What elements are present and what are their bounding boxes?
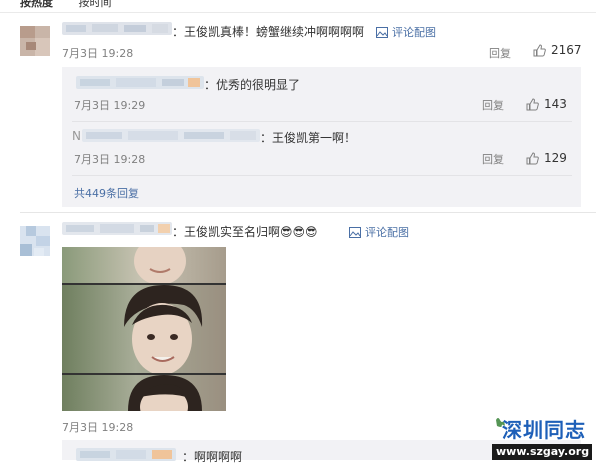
reply-time: 7月3日 19:28 xyxy=(74,153,146,166)
comment-image[interactable] xyxy=(62,247,226,411)
watermark-title: 深圳同志 xyxy=(502,418,586,442)
more-replies-link[interactable]: 共449条回复 xyxy=(74,185,139,201)
reply-text: ：啊啊啊啊 xyxy=(182,450,243,464)
comment-image-link[interactable]: 评论配图 xyxy=(376,24,436,40)
sunglasses-emoji: 😎😎😎 xyxy=(280,225,318,239)
watermark-logo: 深圳同志 www.szgay.org xyxy=(492,414,592,460)
like-count: 129 xyxy=(544,151,567,165)
sort-tabs: 按热度 按时间 xyxy=(20,0,134,12)
reply-text: ：王俊凯第一啊！ xyxy=(260,131,357,145)
comment-text-row: ：王俊凯实至名归啊😎😎😎 xyxy=(172,223,318,240)
comment-image-link-label: 评论配图 xyxy=(365,226,409,239)
image-icon xyxy=(349,226,361,238)
reply-button[interactable]: 回复 xyxy=(482,151,504,167)
reply-username-initial[interactable]: N xyxy=(72,129,81,143)
comment-time: 7月3日 19:28 xyxy=(62,47,134,60)
image-icon xyxy=(376,26,388,38)
reply-button[interactable]: 回复 xyxy=(482,97,504,113)
reply-separator xyxy=(72,175,572,176)
comment-text: ：王俊凯实至名归啊 xyxy=(172,225,281,239)
like-count: 2167 xyxy=(551,43,582,57)
like-button[interactable]: 143 xyxy=(526,97,567,111)
like-button[interactable]: 129 xyxy=(526,151,567,165)
comment-image-link-label: 评论配图 xyxy=(392,26,436,39)
comment-time: 7月3日 19:28 xyxy=(62,421,134,434)
thumbs-up-icon xyxy=(526,97,539,110)
watermark-url: www.szgay.org xyxy=(496,445,590,458)
tab-by-hot[interactable]: 按热度 xyxy=(20,0,53,9)
like-button[interactable]: 2167 xyxy=(533,43,582,57)
thumbs-up-icon xyxy=(526,151,539,164)
reply-username-blurred[interactable] xyxy=(76,448,176,461)
comment-text: ：王俊凯真棒！螃蟹继续冲啊啊啊啊 xyxy=(172,25,365,39)
reply-text: ：优秀的很明显了 xyxy=(204,78,301,92)
like-count: 143 xyxy=(544,97,567,111)
reply-username-blurred[interactable] xyxy=(76,76,204,89)
comment-divider xyxy=(20,212,596,213)
reply-button[interactable]: 回复 xyxy=(489,45,511,61)
reply-separator xyxy=(72,121,572,122)
reply-username-blurred[interactable] xyxy=(82,129,260,142)
tabs-divider xyxy=(0,12,596,13)
reply-time: 7月3日 19:29 xyxy=(74,99,146,112)
avatar[interactable] xyxy=(20,26,50,56)
comment-image-link[interactable]: 评论配图 xyxy=(349,224,409,240)
tab-by-time[interactable]: 按时间 xyxy=(79,0,112,9)
avatar[interactable] xyxy=(20,226,50,256)
username-blurred[interactable] xyxy=(62,22,172,35)
thumbs-up-icon xyxy=(533,43,546,56)
username-blurred[interactable] xyxy=(62,222,172,235)
